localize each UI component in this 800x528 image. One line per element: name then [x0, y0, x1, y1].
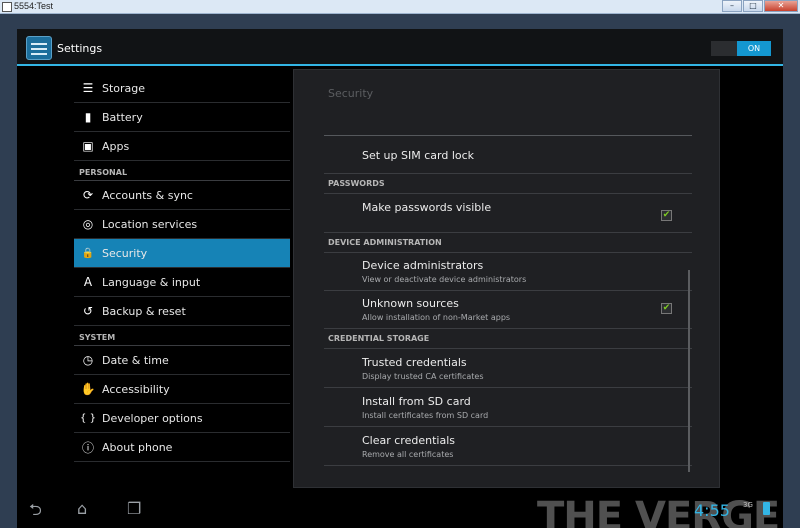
set-up-sim-lock-row[interactable]: Set up SIM card lock	[324, 136, 692, 174]
make-passwords-visible-row[interactable]: Make passwords visible ✔	[324, 194, 692, 233]
row-title: Trusted credentials	[362, 356, 467, 369]
close-button[interactable]: ✕	[764, 0, 798, 12]
sidebar-item-date-time[interactable]: ◷ Date & time	[74, 346, 290, 375]
row-title: Make passwords visible	[362, 201, 492, 214]
sidebar-item-label: Storage	[102, 81, 146, 95]
section-passwords: PASSWORDS	[324, 174, 692, 194]
maximize-button[interactable]: □	[743, 0, 763, 12]
hand-icon: ✋	[80, 382, 96, 396]
wifi-toggle[interactable]: ON	[711, 41, 771, 56]
section-device-administration: DEVICE ADMINISTRATION	[324, 233, 692, 253]
settings-app-icon[interactable]	[26, 36, 52, 60]
toggle-on-label: ON	[737, 41, 771, 56]
system-nav-bar: ⮌ ⌂ ❐ THE VERGE 4:55 3G	[17, 492, 783, 528]
emulator-icon	[2, 2, 12, 12]
row-summary: Allow installation of non-Market apps	[362, 313, 511, 322]
sidebar-item-label: Backup & reset	[102, 304, 186, 318]
sidebar-item-language[interactable]: A Language & input	[74, 268, 290, 297]
backup-icon: ↺	[82, 304, 94, 318]
panel-title: Security	[328, 87, 374, 100]
trusted-credentials-row[interactable]: Trusted credentials Display trusted CA c…	[324, 349, 692, 388]
unknown-sources-row[interactable]: Unknown sources Allow installation of no…	[324, 291, 692, 329]
braces-icon: { }	[80, 412, 96, 424]
category-personal: PERSONAL	[74, 161, 290, 181]
device-administrators-row[interactable]: Device administrators View or deactivate…	[324, 253, 692, 291]
sidebar-item-backup[interactable]: ↺ Backup & reset	[74, 297, 290, 326]
sidebar-item-label: Accounts & sync	[102, 188, 193, 202]
row-summary: View or deactivate device administrators	[362, 275, 527, 284]
sync-icon: ⟳	[82, 188, 94, 202]
location-icon: ◎	[82, 217, 94, 231]
sidebar-item-battery[interactable]: ▮ Battery	[74, 103, 290, 132]
language-icon: A	[83, 275, 93, 289]
sidebar-item-label: Date & time	[102, 353, 169, 367]
category-system: SYSTEM	[74, 326, 290, 346]
sidebar-item-label: Battery	[102, 110, 143, 124]
action-bar: Settings ON	[17, 29, 783, 66]
sidebar-item-developer[interactable]: { } Developer options	[74, 404, 290, 433]
clock-icon: ◷	[82, 353, 94, 367]
emulator-frame: Settings ON ☰ Storage ▮ Battery ▣ Apps P…	[0, 14, 800, 528]
row-summary: Remove all certificates	[362, 450, 454, 459]
back-icon[interactable]: ⮌	[29, 499, 42, 526]
sidebar-item-label: Security	[102, 246, 148, 260]
sidebar-item-label: Apps	[102, 139, 130, 153]
sidebar-item-storage[interactable]: ☰ Storage	[74, 74, 290, 103]
sidebar-item-security[interactable]: 🔒 Security	[74, 239, 290, 268]
sidebar-item-label: Language & input	[102, 275, 201, 289]
row-title: Set up SIM card lock	[362, 149, 475, 162]
security-panel: Security Set up SIM card lock PASSWORDS …	[293, 69, 720, 488]
sidebar-item-label: Accessibility	[102, 382, 170, 396]
status-clock[interactable]: 4:55	[694, 501, 730, 520]
sidebar-item-label: About phone	[102, 440, 173, 454]
recent-apps-icon[interactable]: ❐	[127, 499, 141, 518]
network-indicator: 3G	[743, 501, 753, 509]
device-screen: Settings ON ☰ Storage ▮ Battery ▣ Apps P…	[17, 29, 783, 528]
sidebar-item-accounts-sync[interactable]: ⟳ Accounts & sync	[74, 181, 290, 210]
battery-status-icon	[763, 502, 770, 515]
row-summary: Display trusted CA certificates	[362, 372, 484, 381]
sidebar-item-about[interactable]: ⓘ About phone	[74, 433, 290, 462]
window-titlebar: 5554:Test – □ ✕	[0, 0, 800, 14]
sidebar-item-apps[interactable]: ▣ Apps	[74, 132, 290, 161]
home-icon[interactable]: ⌂	[77, 499, 87, 518]
sidebar-item-label: Location services	[102, 217, 198, 231]
info-icon: ⓘ	[81, 440, 94, 455]
settings-header-list: ☰ Storage ▮ Battery ▣ Apps PERSONAL ⟳ Ac…	[74, 74, 290, 462]
section-credential-storage: CREDENTIAL STORAGE	[324, 329, 692, 349]
sidebar-item-accessibility[interactable]: ✋ Accessibility	[74, 375, 290, 404]
lock-icon: 🔒	[81, 247, 95, 259]
row-summary: Install certificates from SD card	[362, 411, 489, 420]
storage-icon: ☰	[82, 81, 94, 95]
page-title: Settings	[57, 42, 103, 55]
minimize-button[interactable]: –	[722, 0, 742, 12]
row-title: Device administrators	[362, 259, 484, 272]
sidebar-item-location[interactable]: ◎ Location services	[74, 210, 290, 239]
passwords-visible-checkbox[interactable]: ✔	[661, 210, 672, 221]
unknown-sources-checkbox[interactable]: ✔	[661, 303, 672, 314]
sidebar-item-label: Developer options	[102, 411, 203, 425]
window-controls: – □ ✕	[721, 0, 798, 13]
verge-watermark: THE VERGE	[537, 494, 780, 528]
install-from-sd-card-row[interactable]: Install from SD card Install certificate…	[324, 388, 692, 427]
security-preferences-list: Set up SIM card lock PASSWORDS Make pass…	[324, 136, 692, 466]
row-title: Unknown sources	[362, 297, 459, 310]
battery-icon: ▮	[84, 110, 92, 124]
scrollbar[interactable]	[688, 270, 690, 472]
clear-credentials-row[interactable]: Clear credentials Remove all certificate…	[324, 427, 692, 466]
row-title: Clear credentials	[362, 434, 455, 447]
row-title: Install from SD card	[362, 395, 471, 408]
window-title: 5554:Test	[14, 1, 54, 11]
apps-icon: ▣	[82, 139, 94, 153]
